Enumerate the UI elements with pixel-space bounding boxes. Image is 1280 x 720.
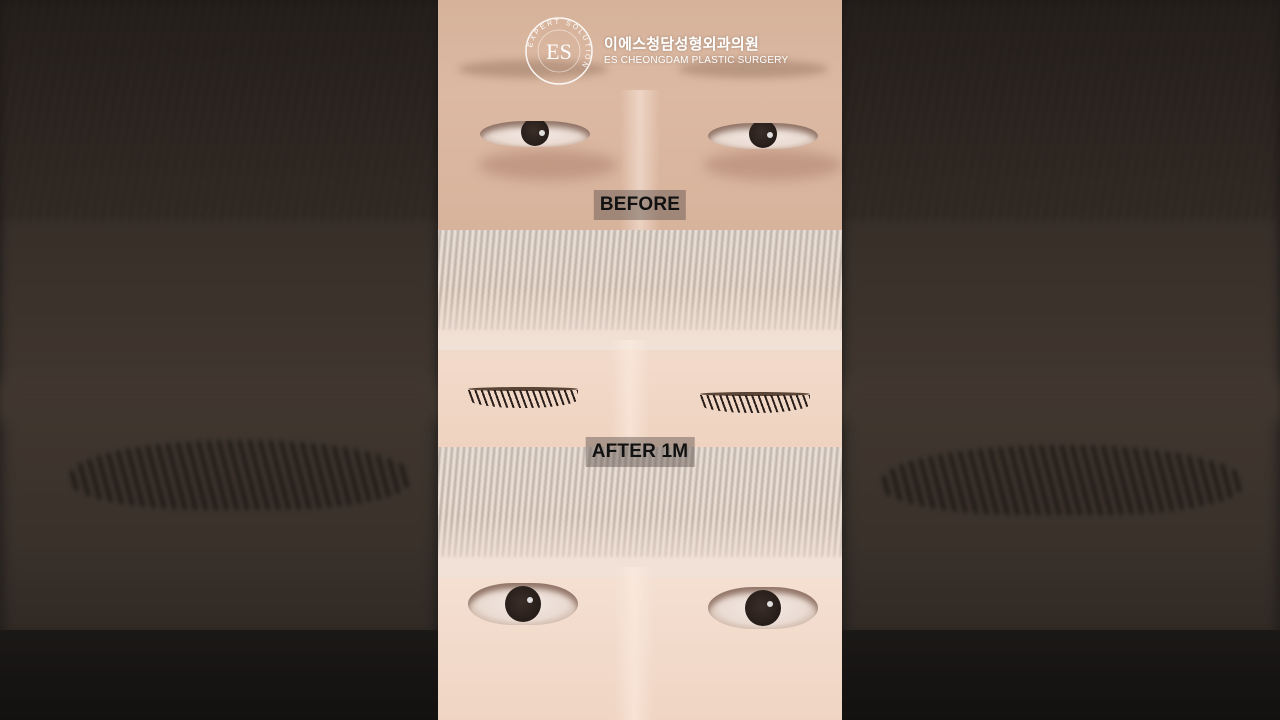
after-left-eye bbox=[468, 583, 578, 625]
after-1m-photo bbox=[438, 447, 842, 720]
blurred-backdrop-right bbox=[842, 0, 1280, 720]
before-label: BEFORE bbox=[593, 190, 687, 220]
clinic-name-english: ES CHEONGDAM PLASTIC SURGERY bbox=[604, 54, 789, 66]
closed-eye-left bbox=[468, 390, 578, 408]
video-frame: BEFORE AFTER 1M EXPERT SOLUTION ES 이에스청담… bbox=[0, 0, 1280, 720]
clinic-name-korean: 이에스청담성형외과의원 bbox=[604, 35, 760, 53]
svg-text:ES: ES bbox=[546, 39, 572, 64]
es-seal-icon: EXPERT SOLUTION ES bbox=[524, 16, 594, 86]
after-closed-eyes-photo bbox=[438, 230, 842, 447]
before-left-eye bbox=[480, 121, 590, 147]
before-right-eye bbox=[708, 123, 818, 149]
closed-eye-right bbox=[700, 395, 810, 413]
blurred-backdrop-left bbox=[0, 0, 438, 720]
after-label: AFTER 1M bbox=[585, 437, 695, 467]
before-after-column: BEFORE AFTER 1M EXPERT SOLUTION ES 이에스청담… bbox=[438, 0, 842, 720]
after-right-eye bbox=[708, 587, 818, 629]
clinic-logo: EXPERT SOLUTION ES 이에스청담성형외과의원 ES CHEONG… bbox=[524, 16, 788, 86]
